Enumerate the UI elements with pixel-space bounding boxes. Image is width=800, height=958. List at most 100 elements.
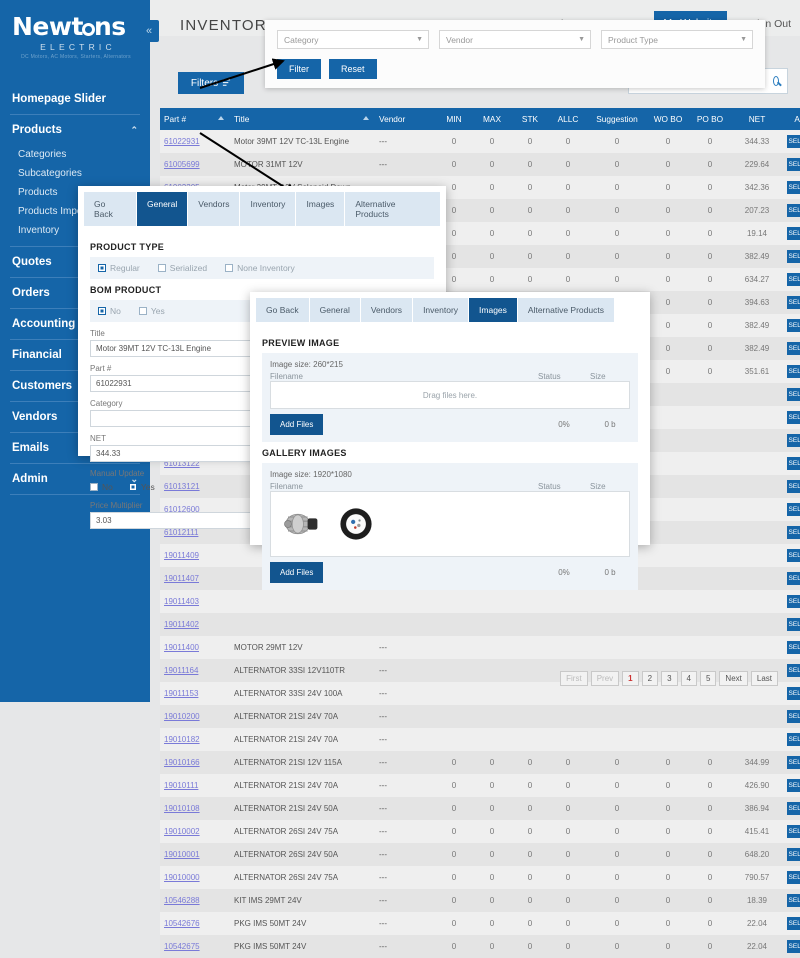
row-select-button[interactable]: SELECT...▼ [787, 802, 800, 815]
row-select-button[interactable]: SELECT...▼ [787, 457, 800, 470]
sidebar-item-categories[interactable]: Categories [12, 145, 138, 164]
row-select-button[interactable]: SELECT...▼ [787, 480, 800, 493]
column-header-part[interactable]: Part # [160, 108, 230, 130]
sidebar-item-products[interactable]: Products⌃ [10, 115, 140, 145]
row-select-button[interactable]: SELECT...▼ [787, 319, 800, 332]
tab-inventory[interactable]: Inventory [240, 192, 295, 226]
table-row[interactable]: 10542676PKG IMS 50MT 24V---000000022.04S… [160, 912, 800, 935]
chevron-down-icon[interactable]: ▼ [740, 36, 747, 43]
tab-images[interactable]: Images [469, 298, 517, 322]
row-select-button[interactable]: SELECT...▼ [787, 664, 800, 677]
row-select-button[interactable]: SELECT...▼ [787, 135, 800, 148]
row-select-button[interactable]: SELECT...▼ [787, 917, 800, 930]
row-select-button[interactable]: SELECT...▼ [787, 894, 800, 907]
row-select-button[interactable]: SELECT...▼ [787, 181, 800, 194]
pagination-next[interactable]: Next [719, 671, 747, 686]
table-row[interactable]: 19011402 SELECT...▼ [160, 613, 800, 636]
tab-go-back[interactable]: Go Back [256, 298, 309, 322]
gallery-add-files-button[interactable]: Add Files [270, 562, 323, 583]
row-select-button[interactable]: SELECT...▼ [787, 825, 800, 838]
row-select-button[interactable]: SELECT...▼ [787, 526, 800, 539]
sidebar-item-homepage-slider[interactable]: Homepage Slider [10, 84, 140, 115]
part-number-link[interactable]: 19010166 [164, 758, 200, 767]
table-row[interactable]: 10546288KIT IMS 29MT 24V---000000018.39S… [160, 889, 800, 912]
sidebar-collapse-icon[interactable]: « [139, 20, 159, 42]
row-select-button[interactable]: SELECT...▼ [787, 572, 800, 585]
row-select-button[interactable]: SELECT...▼ [787, 503, 800, 516]
column-header-net[interactable]: NET [731, 108, 783, 130]
row-select-button[interactable]: SELECT...▼ [787, 273, 800, 286]
pagination-first[interactable]: First [560, 671, 588, 686]
row-select-button[interactable]: SELECT...▼ [787, 595, 800, 608]
radio-indicator[interactable] [98, 307, 106, 315]
pagination-page-1[interactable]: 1 [622, 671, 638, 686]
radio-indicator[interactable] [129, 483, 137, 491]
cell-part[interactable]: 19011402 [160, 613, 230, 636]
column-header-max[interactable]: MAX [473, 108, 511, 130]
row-select-button[interactable]: SELECT...▼ [787, 618, 800, 631]
cell-part[interactable]: 61022931 [160, 130, 230, 153]
gallery-dropzone[interactable] [270, 491, 630, 557]
tab-go-back[interactable]: Go Back [84, 192, 136, 226]
cell-part[interactable]: 61005699 [160, 153, 230, 176]
cell-part[interactable]: 19011400 [160, 636, 230, 659]
table-row[interactable]: 10542675PKG IMS 50MT 24V---000000022.04S… [160, 935, 800, 958]
cell-part[interactable]: 19010111 [160, 774, 230, 797]
column-header-wo-bo[interactable]: WO BO [647, 108, 689, 130]
chevron-down-icon[interactable]: ▼ [416, 36, 423, 43]
row-select-button[interactable]: SELECT...▼ [787, 733, 800, 746]
chevron-up-icon[interactable]: ⌃ [130, 125, 138, 136]
row-select-button[interactable]: SELECT...▼ [787, 388, 800, 401]
cell-part[interactable]: 19010001 [160, 843, 230, 866]
row-select-button[interactable]: SELECT...▼ [787, 411, 800, 424]
filter-select-product_type[interactable]: Product Type▼ [601, 30, 753, 49]
cell-part[interactable]: 19010166 [160, 751, 230, 774]
radio-serialized[interactable]: Serialized [158, 263, 207, 273]
column-header-stk[interactable]: STK [511, 108, 549, 130]
part-number-link[interactable]: 19011407 [164, 574, 199, 583]
part-number-link[interactable]: 19011164 [164, 666, 198, 675]
row-select-button[interactable]: SELECT...▼ [787, 434, 800, 447]
radio-yes[interactable]: Yes [139, 306, 165, 316]
part-number-link[interactable]: 19010002 [164, 827, 200, 836]
column-header-po-bo[interactable]: PO BO [689, 108, 731, 130]
row-select-button[interactable]: SELECT...▼ [787, 549, 800, 562]
pagination-page-2[interactable]: 2 [642, 671, 658, 686]
chevron-down-icon[interactable]: ▼ [578, 36, 585, 43]
pagination-last[interactable]: Last [751, 671, 778, 686]
cell-part[interactable]: 19010200 [160, 705, 230, 728]
tab-inventory[interactable]: Inventory [413, 298, 468, 322]
tab-vendors[interactable]: Vendors [361, 298, 412, 322]
tab-alternative-products[interactable]: Alternative Products [518, 298, 614, 322]
radio-indicator[interactable] [158, 264, 166, 272]
part-number-link[interactable]: 19010182 [164, 735, 200, 744]
table-row[interactable]: 19010111ALTERNATOR 21SI 24V 70A---000000… [160, 774, 800, 797]
row-select-button[interactable]: SELECT...▼ [787, 204, 800, 217]
cell-part[interactable]: 19010108 [160, 797, 230, 820]
part-number-link[interactable]: 19011153 [164, 689, 198, 698]
part-number-link[interactable]: 10546288 [164, 896, 200, 905]
radio-indicator[interactable] [98, 264, 106, 272]
sidebar-item-subcategories[interactable]: Subcategories [12, 164, 138, 183]
part-number-link[interactable]: 10542676 [164, 919, 200, 928]
column-header-title[interactable]: Title [230, 108, 375, 130]
part-number-link[interactable]: 61005699 [164, 160, 200, 169]
row-select-button[interactable]: SELECT...▼ [787, 365, 800, 378]
row-select-button[interactable]: SELECT...▼ [787, 779, 800, 792]
table-row[interactable]: 19010182ALTERNATOR 21SI 24V 70A---SELECT… [160, 728, 800, 751]
filter-select-vendor[interactable]: Vendor▼ [439, 30, 591, 49]
row-select-button[interactable]: SELECT...▼ [787, 641, 800, 654]
part-number-link[interactable]: 19011400 [164, 643, 199, 652]
row-select-button[interactable]: SELECT...▼ [787, 710, 800, 723]
row-select-button[interactable]: SELECT...▼ [787, 871, 800, 884]
row-select-button[interactable]: SELECT...▼ [787, 848, 800, 861]
row-select-button[interactable]: SELECT...▼ [787, 250, 800, 263]
row-select-button[interactable]: SELECT...▼ [787, 296, 800, 309]
tab-general[interactable]: General [137, 192, 187, 226]
radio-none-inventory[interactable]: None Inventory [225, 263, 295, 273]
radio-yes[interactable]: Yes [129, 482, 155, 492]
column-header-allc[interactable]: ALLC [549, 108, 587, 130]
radio-indicator[interactable] [90, 483, 98, 491]
pagination-page-4[interactable]: 4 [681, 671, 697, 686]
filters-button[interactable]: Filters [178, 72, 244, 94]
